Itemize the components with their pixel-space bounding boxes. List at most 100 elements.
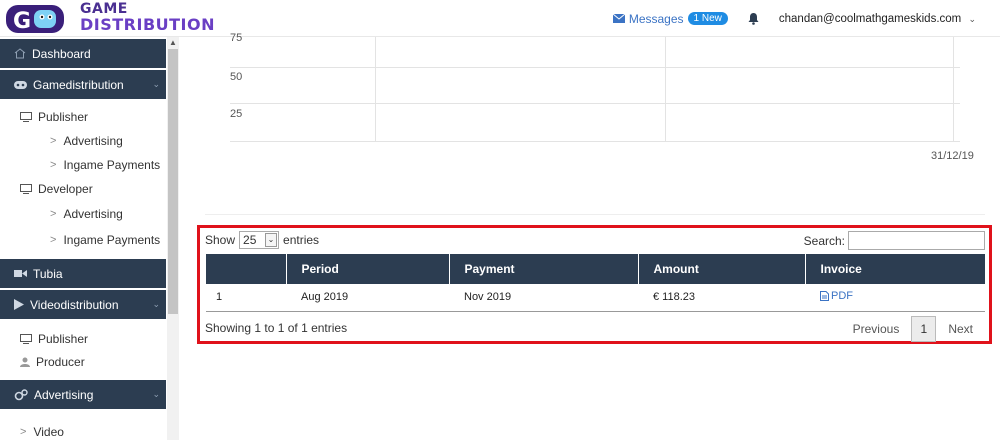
notifications-button[interactable] [748,12,759,25]
length-control: Show 25 ⌄ entries [205,231,319,249]
invoice-pdf-link[interactable]: PDF [820,290,853,302]
sidebar-item-label: Dashboard [32,46,91,61]
table-info: Showing 1 to 1 of 1 entries [205,321,348,335]
search-input[interactable] [848,231,985,250]
invoice-pdf-label: PDF [831,290,853,303]
video-camera-icon [14,269,27,278]
previous-button[interactable]: Previous [841,322,912,336]
chevron-right-icon: > [50,135,57,147]
cell-amount: € 118.23 [638,284,805,312]
sidebar-item-label: Advertising [34,387,94,402]
sidebar-item-tubia[interactable]: Tubia [0,259,166,288]
monitor-icon [20,184,32,194]
monitor-icon [20,334,32,344]
sidebar-item-videodistribution[interactable]: Videodistribution ⌄ [0,290,166,319]
chevron-down-icon: ⌄ [968,13,976,24]
gridline [230,67,960,68]
cell-index: 1 [206,284,286,312]
chevron-down-icon: ⌄ [152,79,160,89]
table-row: 1 Aug 2019 Nov 2019 € 118.23 PDF [206,284,985,312]
column-header-index[interactable] [206,254,287,284]
sidebar-item-label: Video [33,425,64,439]
logo-text-line2: DISTRIBUTION [80,15,215,34]
top-bar: G GAME DISTRIBUTION Messages 1 New chand… [0,0,1000,37]
sidebar-item-label: Publisher [38,110,89,124]
sidebar-item-video-publisher[interactable]: Publisher [0,327,166,351]
sidebar-item-publisher-advertising[interactable]: > Advertising [0,129,166,153]
column-header-period[interactable]: Period [286,254,450,284]
cell-period: Aug 2019 [286,284,449,312]
chevron-down-icon: ⌄ [152,389,160,399]
user-icon [20,357,30,367]
sidebar-item-advertising[interactable]: Advertising ⌄ [0,380,166,409]
gridline [665,37,666,141]
chevron-right-icon: > [20,426,27,438]
gridline [230,103,960,104]
sidebar-item-publisher-ingame-payments[interactable]: > Ingame Payments [0,153,166,177]
sidebar-item-label: Ingame Payments [63,233,161,247]
scroll-up-icon[interactable]: ▲ [169,38,177,47]
sidebar-item-label: Publisher [38,332,89,346]
chevron-down-icon: ⌄ [265,233,278,247]
invoices-table: Period Payment Amount Invoice 1 Aug 2019… [206,254,985,312]
user-email: chandan@coolmathgameskids.com [778,12,962,25]
column-header-invoice[interactable]: Invoice [805,254,985,284]
entries-select-value: 25 [243,233,257,247]
cell-invoice: PDF [805,284,985,312]
sidebar-scrollbar[interactable]: ▲ [167,37,179,440]
next-button[interactable]: Next [936,322,985,336]
messages-link[interactable]: Messages 1 New [612,12,728,26]
logo[interactable]: G GAME DISTRIBUTION [0,0,215,37]
search-control: Search: [804,231,985,250]
monitor-icon [20,112,32,122]
pagination: Previous 1 Next [841,316,985,342]
gd-logo-icon: G [6,5,64,34]
messages-badge: 1 New [687,12,728,25]
sidebar-item-developer-ingame-payments[interactable]: > Ingame Payments [0,228,166,252]
sidebar-item-label: Producer [36,355,85,369]
sidebar-item-producer[interactable]: Producer [0,350,166,374]
earnings-chart: 75 50 25 31/12/19 [205,32,985,167]
home-icon [14,48,26,59]
sidebar-item-label: Videodistribution [30,297,119,312]
sidebar-item-label: Gamedistribution [33,77,124,92]
column-header-payment[interactable]: Payment [449,254,639,284]
y-tick-label: 75 [230,32,243,44]
y-tick-label: 25 [230,108,243,120]
search-label: Search: [803,233,845,248]
column-header-amount[interactable]: Amount [638,254,806,284]
sidebar-item-video[interactable]: > Video [0,420,166,440]
table-header-row: Period Payment Amount Invoice [206,254,985,284]
gridline [375,37,376,141]
chevron-down-icon: ⌄ [152,299,160,309]
envelope-icon [612,14,625,23]
play-icon [14,299,24,310]
svg-text:G: G [13,9,31,34]
x-tick-label: 31/12/19 [931,150,974,162]
table-controls: Show 25 ⌄ entries Search: [205,231,985,251]
bell-icon [748,12,759,25]
sidebar-item-developer-advertising[interactable]: > Advertising [0,202,166,226]
chevron-right-icon: > [50,234,57,246]
entries-select[interactable]: 25 ⌄ [239,231,280,249]
show-label: Show [205,233,236,247]
page-1-button[interactable]: 1 [911,316,937,342]
sidebar-item-label: Developer [38,182,93,196]
user-menu[interactable]: chandan@coolmathgameskids.com ⌄ [779,13,976,25]
sidebar: Dashboard Gamedistribution ⌄ Publisher >… [0,37,179,440]
chevron-right-icon: > [50,208,57,220]
chevron-right-icon: > [50,159,57,171]
divider [205,214,985,215]
sidebar-item-publisher[interactable]: Publisher [0,105,166,129]
table-footer: Showing 1 to 1 of 1 entries Previous 1 N… [205,316,985,342]
sidebar-item-developer[interactable]: Developer [0,177,166,201]
y-tick-label: 50 [230,71,243,83]
gridline [230,141,960,142]
gridline [953,37,954,141]
scrollbar-thumb[interactable] [168,49,178,314]
gamepad-icon [14,80,27,89]
sidebar-item-label: Advertising [63,207,123,221]
sidebar-item-dashboard[interactable]: Dashboard [0,39,166,68]
sidebar-item-gamedistribution[interactable]: Gamedistribution ⌄ [0,70,166,99]
entries-label: entries [283,233,320,247]
